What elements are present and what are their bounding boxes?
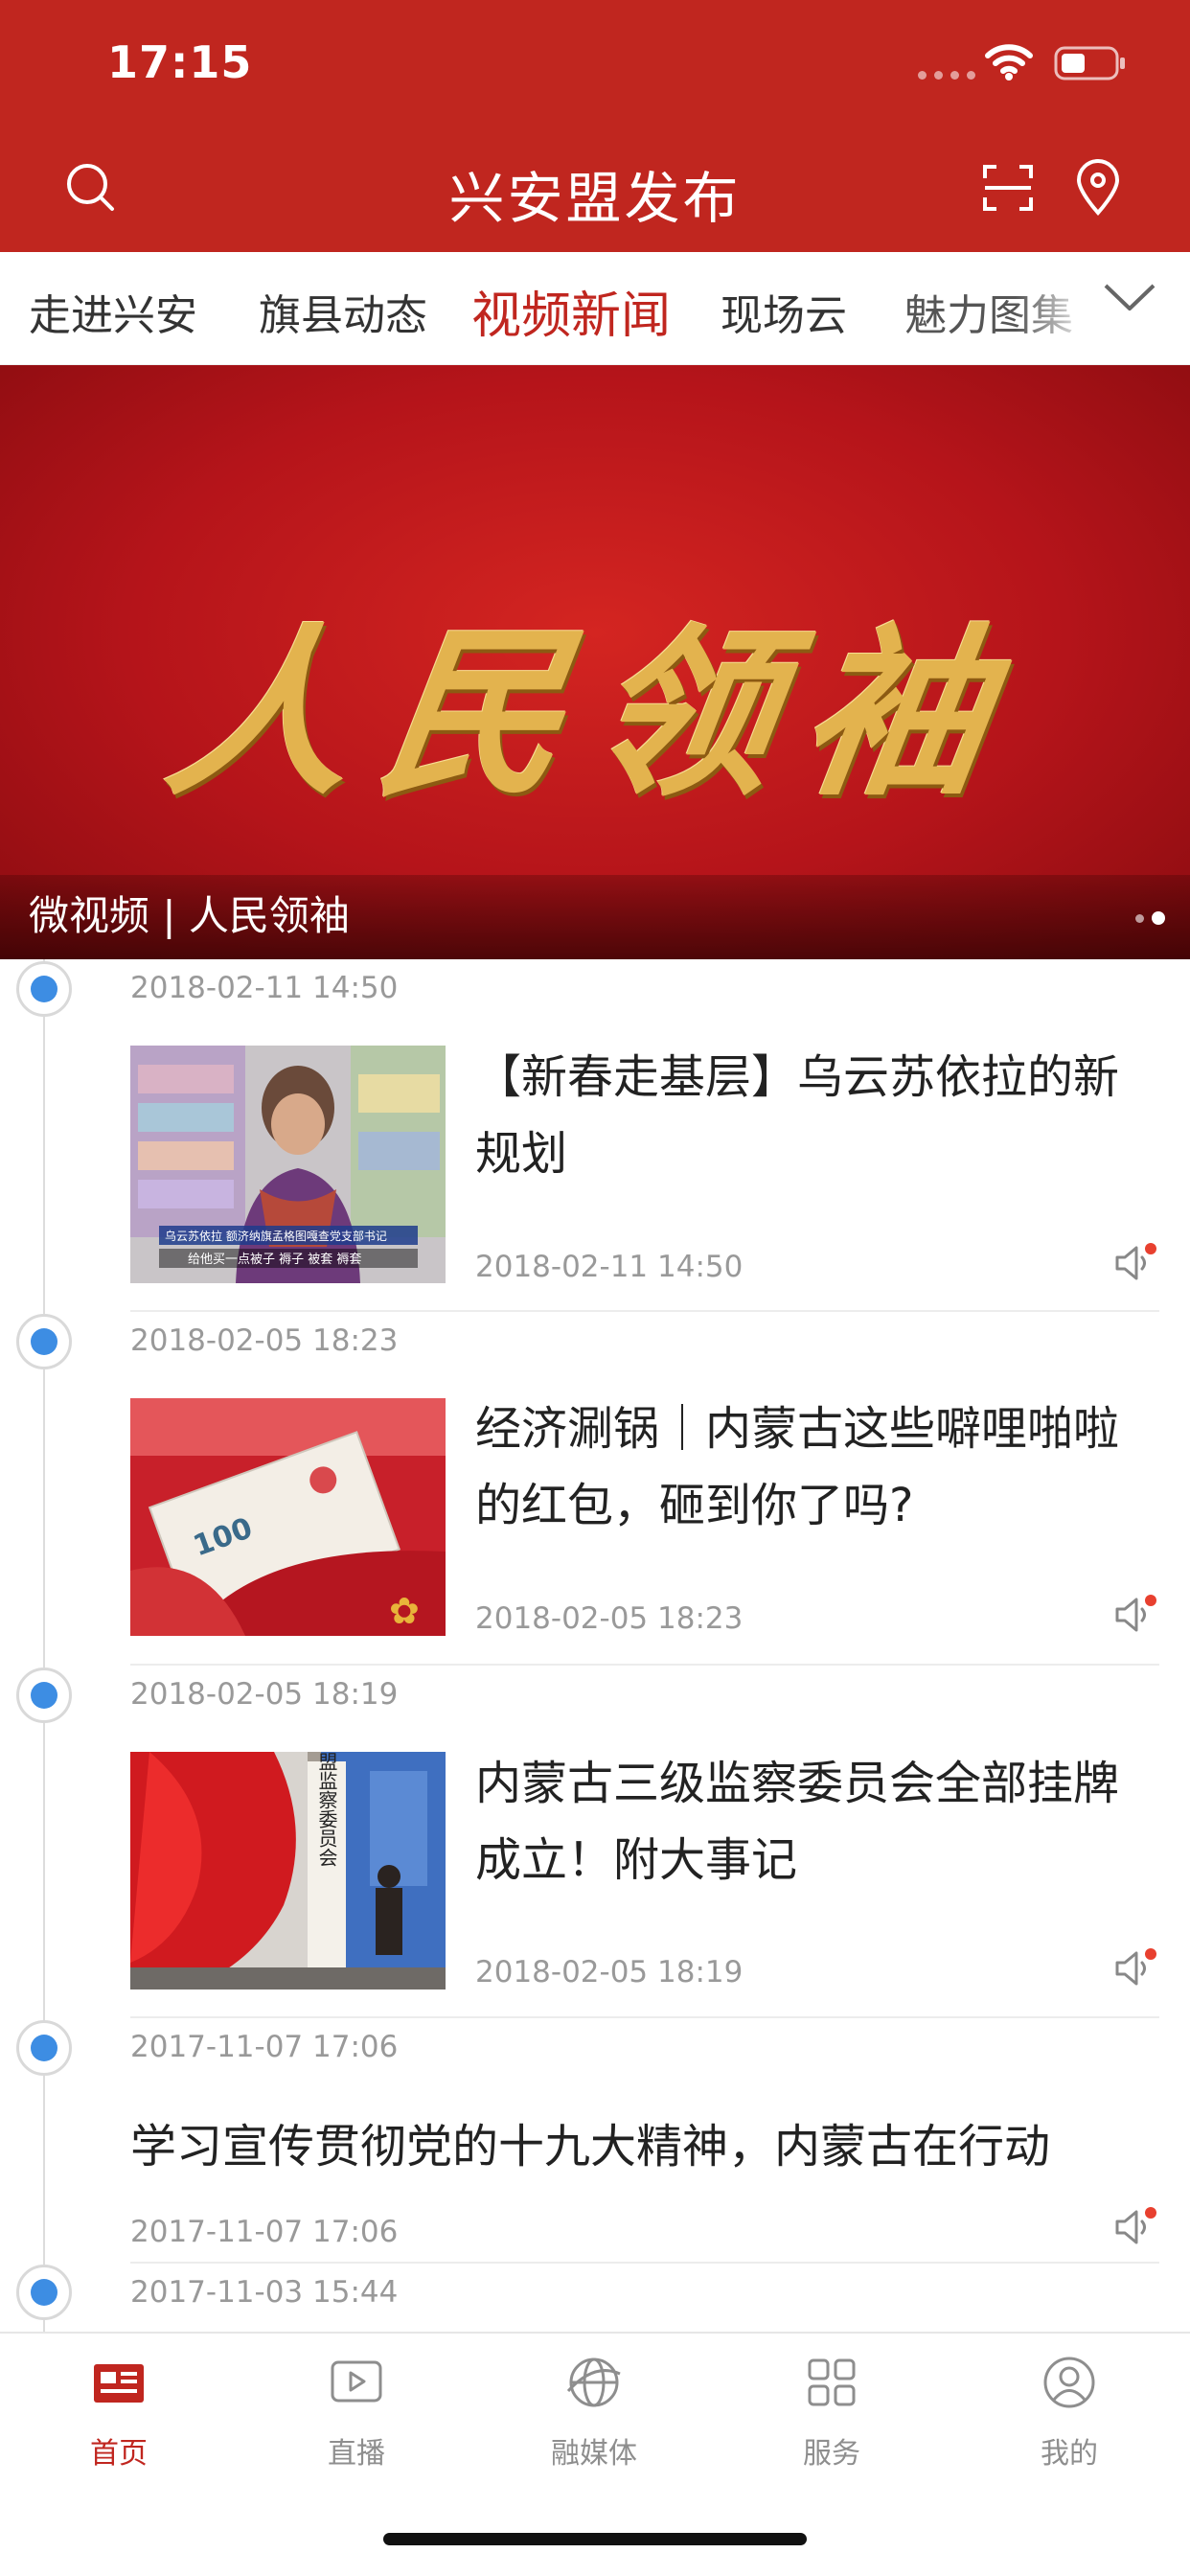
nav-home[interactable]: 首页 (0, 2353, 238, 2472)
tab-video-news[interactable]: 视频新闻 (471, 275, 671, 347)
speaker-icon[interactable] (1113, 1242, 1157, 1284)
news-title[interactable]: 内蒙古三级监察委员会全部挂牌成立！附大事记 (475, 1745, 1146, 1898)
news-title[interactable]: 【新春走基层】乌云苏依拉的新规划 (475, 1039, 1146, 1192)
home-indicator (383, 2533, 807, 2545)
nav-label: 融媒体 (551, 2437, 637, 2471)
nav-live[interactable]: 直播 (238, 2353, 475, 2472)
tab-xianchang-yun[interactable]: 现场云 (721, 281, 847, 342)
category-tabs: 走进兴安 旗县动态 视频新闻 现场云 魅力图集 (0, 252, 1190, 365)
banner-page-indicator (1135, 911, 1165, 925)
cellular-signal-icon (918, 71, 975, 80)
featured-banner[interactable]: 人民领袖 微视频 | 人民领袖 (0, 365, 1190, 959)
timeline-time: 2018-02-05 18:19 (130, 1677, 399, 1712)
timeline-dot (16, 961, 72, 1017)
services-grid-icon (808, 2358, 856, 2406)
svg-text:乌云苏依拉 额济纳旗孟格图嘎查党支部书记: 乌云苏依拉 额济纳旗孟格图嘎查党支部书记 (165, 1229, 387, 1243)
svg-text:给他买一点被子 褥子 被套 褥套: 给他买一点被子 褥子 被套 褥套 (188, 1252, 361, 1267)
news-thumbnail[interactable]: 乌云苏依拉 额济纳旗孟格图嘎查党支部书记 给他买一点被子 褥子 被套 褥套 (130, 1046, 446, 1283)
svg-text:阿拉善盟监察委员会: 阿拉善盟监察委员会 (315, 1752, 338, 1867)
divider (130, 1310, 1159, 1312)
wifi-icon (985, 44, 1033, 80)
news-date: 2018-02-05 18:19 (475, 1955, 744, 1990)
live-play-icon (331, 2360, 382, 2403)
chevron-down-icon[interactable] (1102, 278, 1157, 316)
timeline-line (43, 959, 45, 2332)
news-thumbnail[interactable]: 阿拉善盟监察委员会 (130, 1752, 446, 1990)
news-title[interactable]: 经济涮锅｜内蒙古这些噼哩啪啦的红包，砸到你了吗? (475, 1391, 1146, 1544)
timeline-time: 2017-11-07 17:06 (130, 2030, 399, 2064)
news-date: 2017-11-07 17:06 (130, 2215, 399, 2249)
news-date: 2018-02-05 18:23 (475, 1601, 744, 1636)
tab-zoujin-xingan[interactable]: 走进兴安 (29, 281, 197, 342)
timeline-time: 2018-02-11 14:50 (130, 971, 399, 1005)
divider (130, 1664, 1159, 1666)
tab-qixian-dongtai[interactable]: 旗县动态 (259, 281, 427, 342)
speaker-icon[interactable] (1113, 1947, 1157, 1990)
nav-profile[interactable]: 我的 (950, 2353, 1188, 2472)
profile-icon (1043, 2357, 1095, 2408)
thumbnail-image-red-envelope: 100 ✿ (130, 1398, 446, 1636)
app-header: 17:15 兴安盟发布 (0, 0, 1190, 252)
divider (130, 2016, 1159, 2018)
media-globe-icon (566, 2358, 621, 2407)
nav-label: 首页 (90, 2437, 148, 2471)
nav-label: 直播 (328, 2437, 385, 2471)
speaker-icon[interactable] (1113, 1594, 1157, 1636)
speaker-icon[interactable] (1113, 2206, 1157, 2248)
nav-media[interactable]: 融媒体 (475, 2353, 713, 2472)
thumbnail-image-interview: 乌云苏依拉 额济纳旗孟格图嘎查党支部书记 给他买一点被子 褥子 被套 褥套 (130, 1046, 446, 1283)
nav-label: 我的 (1041, 2437, 1098, 2471)
divider (130, 2262, 1159, 2264)
location-pin-icon[interactable] (1069, 159, 1127, 217)
svg-text:✿: ✿ (389, 1590, 420, 1632)
news-date: 2018-02-11 14:50 (475, 1250, 744, 1284)
timeline-dot (16, 1668, 72, 1723)
timeline-dot (16, 2265, 72, 2320)
battery-icon (1054, 46, 1125, 80)
banner-calligraphy: 人民领袖 (156, 607, 1030, 820)
scan-icon[interactable] (979, 159, 1037, 217)
timeline-time: 2017-11-03 15:44 (130, 2275, 399, 2310)
nav-services[interactable]: 服务 (713, 2353, 950, 2472)
news-title[interactable]: 学习宣传贯彻党的十九大精神，内蒙古在行动 (130, 2108, 1165, 2175)
home-news-icon (94, 2364, 144, 2403)
timeline-dot (16, 1314, 72, 1369)
status-time: 17:15 (107, 36, 253, 88)
nav-label: 服务 (803, 2437, 860, 2471)
timeline-dot (16, 2020, 72, 2076)
banner-caption: 微视频 | 人民领袖 (29, 892, 350, 939)
timeline-time: 2018-02-05 18:23 (130, 1323, 399, 1358)
news-thumbnail[interactable]: 100 ✿ (130, 1398, 446, 1636)
thumbnail-image-plaque-unveiling: 阿拉善盟监察委员会 (130, 1752, 446, 1990)
